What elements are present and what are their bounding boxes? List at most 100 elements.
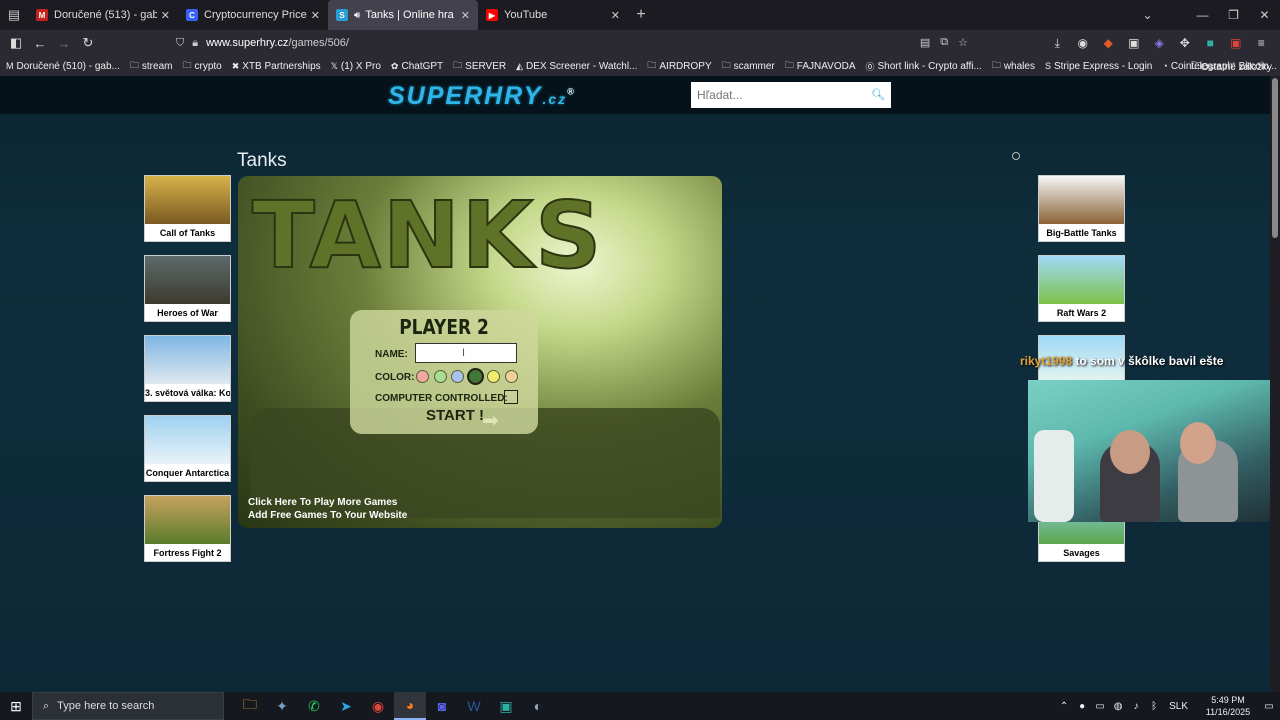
bookmark-item[interactable]: ✖ XTB Partnerships — [232, 58, 321, 74]
steam-icon[interactable]: ◐ — [522, 692, 554, 720]
tray-chevron-icon[interactable]: ⌃ — [1056, 701, 1072, 712]
new-tab-button[interactable]: + — [628, 6, 654, 24]
bookmark-item[interactable]: M Doručené (510) - gab... — [6, 58, 120, 74]
forward-button[interactable]: → — [52, 31, 76, 55]
close-tab-icon[interactable]: ✕ — [611, 9, 620, 22]
game-thumbnail[interactable]: Fortress Fight 2 — [144, 495, 231, 562]
close-tab-icon[interactable]: ✕ — [461, 9, 470, 22]
browser-tab[interactable]: ▶ YouTube ✕ — [478, 0, 628, 30]
clock[interactable]: 5:49 PM 11/16/2025 — [1202, 694, 1254, 718]
word-icon[interactable]: W — [458, 692, 490, 720]
bookmark-item[interactable]: 𝕏 (1) X Pro — [331, 58, 381, 74]
browser-tab[interactable]: S 🔊︎ Tanks | Online hra zdarma | ✕ — [328, 0, 478, 30]
bookmark-item[interactable]: 🗀︎ AIRDROPY — [647, 58, 711, 74]
list-all-tabs-icon[interactable]: ⌄ — [1132, 0, 1163, 30]
computer-controlled-checkbox[interactable] — [504, 390, 518, 404]
site-search-input[interactable]: Hľadat... 🔍︎ — [691, 82, 891, 108]
menu-icon[interactable]: ≡ — [1249, 32, 1275, 54]
game-thumbnail[interactable]: Raft Wars 2 — [1038, 255, 1125, 322]
url-bar[interactable]: ⛉ 🔒︎ www.superhry.cz/games/506/ ▤ ⧉ ☆ — [176, 33, 972, 53]
player-name-input[interactable]: I — [415, 343, 517, 363]
webcam-tray-icon[interactable]: ◍ — [1110, 701, 1126, 712]
firefox-icon[interactable]: ◕ — [394, 692, 426, 720]
bluetooth-icon[interactable]: ᛒ — [1146, 701, 1162, 712]
site-header: SUPERHRY.cz® Hľadat... 🔍︎ — [0, 76, 1280, 114]
browser-tab[interactable]: M Doručené (513) - gabo.kopcek@ ✕ — [28, 0, 178, 30]
tab-list: M Doručené (513) - gabo.kopcek@ ✕ C Cryptocu… — [28, 0, 628, 30]
downloads-icon[interactable]: ⤓ — [1045, 32, 1071, 54]
photos-icon[interactable]: ✦ — [266, 692, 298, 720]
browser-tab[interactable]: C Cryptocurrency Prices, Charts A ✕ — [178, 0, 328, 30]
page-scrollbar[interactable] — [1270, 76, 1280, 692]
notifications-icon[interactable]: ▭ — [1258, 701, 1280, 712]
account-icon[interactable]: ◉ — [1070, 32, 1096, 54]
extension-red-icon[interactable]: ▣ — [1223, 32, 1249, 54]
microphone-icon[interactable]: ● — [1074, 701, 1090, 712]
bookmark-item[interactable]: 🗀︎ whales — [992, 58, 1035, 74]
other-bookmarks[interactable]: 🗀︎ Ostatné záložky — [1191, 59, 1272, 76]
color-swatch[interactable] — [504, 370, 518, 383]
shield-icon[interactable]: ⛉ — [176, 37, 184, 50]
color-swatch[interactable] — [433, 370, 447, 383]
game-thumbnail[interactable]: Call of Tanks — [144, 175, 231, 242]
bookmark-item[interactable]: 🗀︎ crypto — [182, 58, 221, 74]
bookmark-item[interactable]: 🗀︎ scammer — [722, 58, 775, 74]
volume-icon[interactable]: ♪ — [1128, 701, 1144, 712]
sidebar-toggle-icon[interactable]: ◧ — [4, 31, 28, 55]
bookmark-item[interactable]: ◭ DEX Screener - Watchl... — [516, 58, 637, 74]
bookmark-star-icon[interactable]: ☆ — [958, 36, 968, 49]
game-thumbnail[interactable]: 3. světová válka: Konf... — [144, 335, 231, 402]
color-swatch[interactable] — [416, 370, 429, 383]
speaker-icon[interactable]: 🔊︎ — [354, 10, 360, 21]
extension-fox-icon[interactable]: ◆ — [1096, 32, 1122, 54]
color-swatch[interactable] — [451, 370, 465, 383]
whatsapp-icon[interactable]: ✆ — [298, 692, 330, 720]
close-tab-icon[interactable]: ✕ — [311, 9, 320, 22]
extension-badge-icon[interactable]: ▣ — [1121, 32, 1147, 54]
game-thumbnail[interactable]: Big-Battle Tanks — [1038, 175, 1125, 242]
bookmark-item[interactable]: 🗀︎ SERVER — [453, 58, 506, 74]
back-button[interactable]: ← — [28, 31, 52, 55]
game-thumbnail[interactable]: Conquer Antarctica — [144, 415, 231, 482]
windows-start-icon[interactable]: ⊞ — [0, 692, 32, 720]
bookmark-item[interactable]: 🗀︎ stream — [130, 58, 173, 74]
file-explorer-icon[interactable]: 🗀︎ — [234, 692, 266, 720]
start-button[interactable]: START ! — [426, 407, 484, 424]
color-swatch[interactable] — [486, 370, 500, 383]
extension-purple-icon[interactable]: ◈ — [1147, 32, 1173, 54]
reload-button[interactable]: ↻ — [76, 31, 100, 55]
chat-message: to som v škôlke bavil ešte — [1075, 354, 1224, 368]
extensions-puzzle-icon[interactable]: ✥ — [1172, 32, 1198, 54]
game-thumbnail[interactable]: Heroes of War — [144, 255, 231, 322]
discord-icon[interactable]: ◙ — [426, 692, 458, 720]
bookmark-item[interactable]: ⓪ Short link - Crypto affi... — [866, 58, 982, 74]
network-icon[interactable]: ▭ — [1092, 701, 1108, 712]
bookmark-item[interactable]: 🗀︎ FAJNAVODA — [785, 58, 856, 74]
start-arrow-icon[interactable]: ➡ — [482, 408, 499, 433]
tab-overview-icon[interactable]: ▤ — [0, 0, 28, 30]
color-swatch[interactable] — [469, 370, 483, 383]
search-icon[interactable]: 🔍︎ — [871, 88, 885, 102]
extension-teal-icon[interactable]: ■ — [1198, 32, 1224, 54]
minimize-button[interactable]: — — [1187, 0, 1218, 30]
taskbar-search-input[interactable]: ⌕ Type here to search — [32, 692, 224, 720]
game-canvas[interactable]: TANKS PLAYER 2 NAME: I COLOR: COMPUTER C… — [238, 176, 722, 528]
lock-icon[interactable]: 🔒︎ — [192, 37, 198, 50]
language-indicator[interactable]: SLK — [1169, 701, 1188, 712]
telegram-icon[interactable]: ➤ — [330, 692, 362, 720]
close-tab-icon[interactable]: ✕ — [161, 9, 170, 22]
screenshot-icon[interactable]: ⧉ — [940, 36, 948, 49]
app-icon[interactable]: ▣ — [490, 692, 522, 720]
reader-view-icon[interactable]: ▤ — [920, 36, 930, 49]
bookmark-item[interactable]: S Stripe Express - Login — [1045, 58, 1152, 74]
add-games-link[interactable]: Add Free Games To Your Website — [248, 510, 407, 521]
bookmark-item[interactable]: ✿ ChatGPT — [391, 58, 443, 74]
site-logo[interactable]: SUPERHRY.cz® — [388, 82, 576, 111]
chrome-icon[interactable]: ◉ — [362, 692, 394, 720]
scrollbar-thumb[interactable] — [1272, 78, 1278, 238]
close-window-button[interactable]: ✕ — [1249, 0, 1280, 30]
maximize-button[interactable]: ❐ — [1218, 0, 1249, 30]
more-games-link[interactable]: Click Here To Play More Games — [248, 497, 397, 508]
radio-dot-icon[interactable] — [1012, 152, 1020, 160]
url-path: /games/506/ — [288, 37, 349, 49]
